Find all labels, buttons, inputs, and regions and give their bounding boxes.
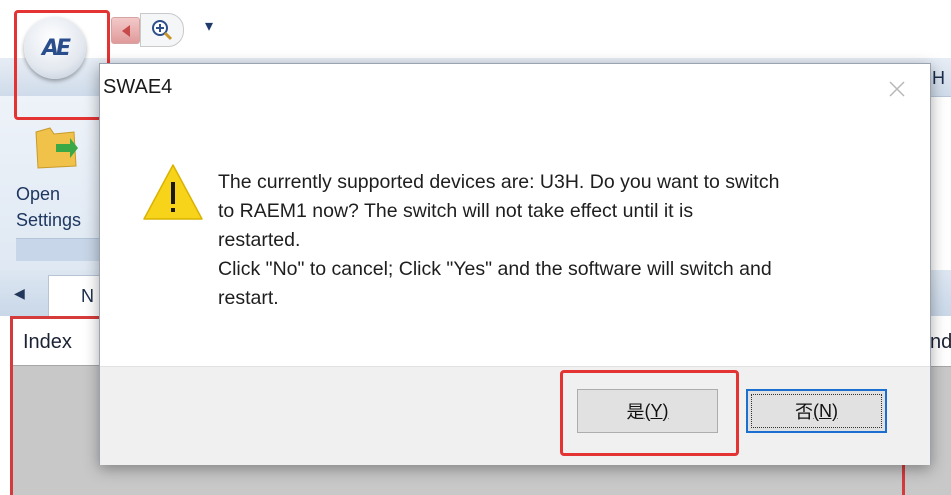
close-icon	[889, 81, 905, 97]
ribbon-tab-partial[interactable]: H	[932, 68, 945, 89]
ribbon-group-footer	[16, 238, 104, 261]
back-button[interactable]	[111, 17, 140, 44]
zoom-in-icon	[152, 20, 173, 41]
index-column-header[interactable]: Index	[23, 331, 72, 354]
focus-rectangle	[751, 394, 882, 428]
open-settings-button[interactable]: Open Settings	[16, 181, 106, 233]
document-tab[interactable]: N	[48, 275, 106, 317]
back-arrow-icon	[121, 24, 130, 37]
dialog-title: SWAE4	[103, 76, 173, 98]
highlight-yes-button	[560, 370, 739, 456]
close-button[interactable]	[883, 75, 911, 103]
highlight-app-button	[14, 10, 110, 120]
quick-access-dropdown[interactable]: ▾	[205, 16, 213, 36]
no-button[interactable]: 否 (N)	[746, 389, 887, 433]
zoom-button[interactable]	[140, 13, 184, 47]
tab-scroll-left-icon[interactable]: ◀	[14, 285, 25, 302]
open-settings-folder-icon	[35, 127, 78, 169]
partial-column-header[interactable]: nd	[930, 331, 951, 354]
dialog-message: The currently supported devices are: U3H…	[218, 171, 780, 309]
warning-icon	[143, 164, 203, 220]
